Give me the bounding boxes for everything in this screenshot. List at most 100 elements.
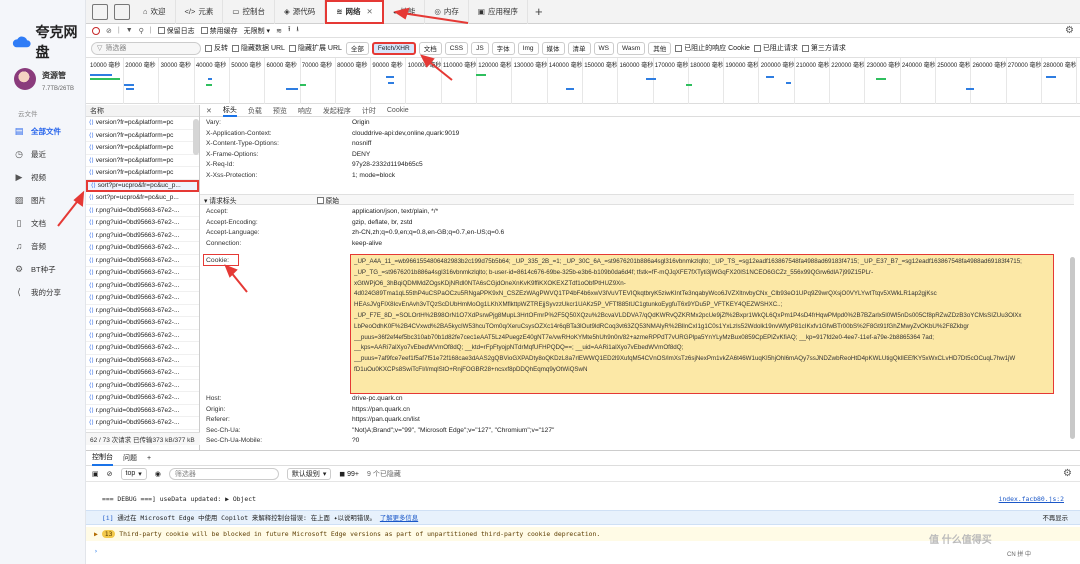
filter-chip-7[interactable]: 媒体 <box>541 41 565 55</box>
request-row[interactable]: ⟨⟩ version?fr=pc&platform=pc <box>86 142 199 155</box>
search-icon[interactable]: ⚲ <box>139 27 144 35</box>
filter-chip-6[interactable]: Img <box>517 41 539 55</box>
sidebar-item-6[interactable]: ⚙ BT种子 <box>14 260 80 278</box>
filter-chip-5[interactable]: 字体 <box>491 41 515 55</box>
hide-ext-urls-checkbox[interactable]: 隐藏扩展 URL <box>288 43 342 53</box>
record-icon[interactable] <box>92 26 100 35</box>
invert-checkbox[interactable]: 反转 <box>205 43 228 53</box>
filter-icon[interactable]: ▼ <box>126 27 133 34</box>
drawer-tab-1[interactable]: 问题 <box>123 453 137 463</box>
sidebar-item-4[interactable]: ▯ 文档 <box>14 214 80 232</box>
gear-icon[interactable]: ⚙ <box>1065 25 1074 36</box>
sidebar-item-1[interactable]: ◷ 最近 <box>14 145 80 163</box>
request-row[interactable]: ⟨⟩r.png?uid=0bd95663-67e2-... <box>86 392 199 405</box>
filter-chip-4[interactable]: JS <box>471 41 489 55</box>
clear-console-icon[interactable]: ⊘ <box>107 470 113 478</box>
sidebar-toggle-icon[interactable]: ▣ <box>92 470 99 478</box>
object-expander[interactable]: ▶ Object <box>225 495 256 503</box>
expand-icon[interactable]: ▶ <box>94 530 98 538</box>
import-icon[interactable]: ⭱ <box>288 25 290 36</box>
filter-chip-9[interactable]: WS <box>593 41 614 55</box>
filter-chip-0[interactable]: 全部 <box>345 41 369 55</box>
disable-cache-checkbox[interactable]: 禁用缓存 <box>200 26 238 36</box>
request-row[interactable]: ⟨⟩r.png?uid=0bd95663-67e2-... <box>86 292 199 305</box>
tab-3[interactable]: ◈ 源代码 <box>275 0 326 24</box>
request-row[interactable]: ⟨⟩ version?fr=pc&platform=pc <box>86 117 199 130</box>
sidebar-item-3[interactable]: ▨ 图片 <box>14 191 80 209</box>
filter-chip-8[interactable]: 清单 <box>567 41 591 55</box>
tab-2[interactable]: ▭ 控制台 <box>223 0 275 24</box>
request-row[interactable]: ⟨⟩ sort?pr=ucpro&fr=pc&uc_p... <box>86 192 199 205</box>
request-row[interactable]: ⟨⟩r.png?uid=0bd95663-67e2-... <box>86 242 199 255</box>
request-row[interactable]: ⟨⟩ sort?pr=ucpro&fr=pc&uc_p... <box>86 179 199 192</box>
issues-badge[interactable]: ◼ 99+ <box>339 470 359 478</box>
tab-1[interactable]: </> 元素 <box>176 0 224 24</box>
close-icon[interactable]: ✕ <box>206 107 212 115</box>
console-prompt[interactable]: › <box>86 545 1080 557</box>
raw-checkbox[interactable]: 原始 <box>316 195 339 205</box>
export-icon[interactable]: ⭳ <box>296 25 298 36</box>
request-headers-section[interactable]: ▾ 请求标头 原始 <box>200 194 1074 205</box>
filter-chip-11[interactable]: 其他 <box>648 41 672 55</box>
add-tab-icon[interactable]: + <box>535 4 543 19</box>
eye-icon[interactable]: ◉ <box>155 470 161 478</box>
network-timeline[interactable]: 10000 毫秒 20000 毫秒 30000 毫秒 40000 毫秒 50000 毫秒… <box>86 58 1080 104</box>
request-row[interactable]: ⟨⟩r.png?uid=0bd95663-67e2-... <box>86 355 199 367</box>
request-row[interactable]: ⟨⟩ version?fr=pc&platform=pc <box>86 167 199 180</box>
detail-scrollbar[interactable] <box>1070 257 1075 439</box>
sidebar-item-0[interactable]: ▤ 全部文件 <box>14 122 80 140</box>
inspect-icon[interactable] <box>92 3 108 20</box>
request-list-scrollbar[interactable] <box>193 119 199 155</box>
detail-tab-1[interactable]: 负载 <box>248 106 262 116</box>
hide-data-urls-checkbox[interactable]: 隐藏数据 URL <box>232 43 285 53</box>
detail-tab-2[interactable]: 预览 <box>273 106 287 116</box>
detail-tab-5[interactable]: 计时 <box>362 106 376 116</box>
detail-tab-4[interactable]: 发起程序 <box>323 106 351 116</box>
third-party-checkbox[interactable]: 第三方请求 <box>801 43 846 53</box>
tab-4[interactable]: ≋ 网络 ✕ <box>325 0 384 24</box>
cookie-header-value[interactable]: _UP_A4A_11_=wb9661554806482983b2c199d75b… <box>350 254 1054 394</box>
filter-chip-3[interactable]: CSS <box>444 41 469 55</box>
console-gear-icon[interactable]: ⚙ <box>1063 468 1072 479</box>
context-select[interactable]: top ▾ <box>120 467 147 480</box>
request-row[interactable]: ⟨⟩r.png?uid=0bd95663-67e2-... <box>86 367 199 380</box>
request-row[interactable]: ⟨⟩r.png?uid=0bd95663-67e2-... <box>86 280 199 292</box>
filter-input[interactable]: ▽ 筛选器 <box>91 41 201 55</box>
detail-tab-6[interactable]: Cookie <box>387 107 409 114</box>
request-row[interactable]: ⟨⟩r.png?uid=0bd95663-67e2-... <box>86 230 199 242</box>
request-row[interactable]: ⟨⟩r.png?uid=0bd95663-67e2-... <box>86 217 199 230</box>
detail-tab-3[interactable]: 响应 <box>298 106 312 116</box>
avatar[interactable] <box>14 68 36 90</box>
tab-7[interactable]: ▣ 应用程序 <box>469 0 529 24</box>
source-link[interactable]: index.facb80.js:2 <box>999 495 1064 503</box>
add-drawer-tab-icon[interactable]: + <box>147 455 151 462</box>
clear-icon[interactable]: ⊘ <box>106 27 112 35</box>
request-row[interactable]: ⟨⟩r.png?uid=0bd95663-67e2-... <box>86 317 199 330</box>
request-row[interactable]: ⟨⟩r.png?uid=0bd95663-67e2-... <box>86 205 199 217</box>
learn-more-link[interactable]: 了解更多信息 <box>380 513 418 522</box>
wifi-settings-icon[interactable]: ≋ <box>276 27 282 35</box>
filter-chip-2[interactable]: 文档 <box>418 41 442 55</box>
sidebar-item-2[interactable]: ▶ 视频 <box>14 168 80 186</box>
preserve-log-checkbox[interactable]: 保留日志 <box>157 26 195 36</box>
levels-select[interactable]: 默认级别 ▾ <box>286 467 332 480</box>
tab-6[interactable]: ◎ 内存 <box>425 0 469 24</box>
sidebar-item-5[interactable]: ♫ 音频 <box>14 237 80 255</box>
tab-0[interactable]: ⌂ 欢迎 <box>134 0 176 24</box>
detail-tab-0[interactable]: 标头 <box>222 105 237 117</box>
request-row[interactable]: ⟨⟩r.png?uid=0bd95663-67e2-... <box>86 417 199 430</box>
filter-chip-1[interactable]: Fetch/XHR <box>371 41 416 55</box>
request-row[interactable]: ⟨⟩r.png?uid=0bd95663-67e2-... <box>86 267 199 280</box>
request-row[interactable]: ⟨⟩r.png?uid=0bd95663-67e2-... <box>86 305 199 317</box>
request-list-header[interactable]: 名称 <box>86 105 199 117</box>
dismiss-link[interactable]: 不再显示 <box>1042 513 1068 522</box>
drawer-tab-0[interactable]: 控制台 <box>92 451 113 466</box>
request-row[interactable]: ⟨⟩r.png?uid=0bd95663-67e2-... <box>86 380 199 392</box>
blocked-cookies-checkbox[interactable]: 已阻止的响应 Cookie <box>675 43 750 53</box>
request-row[interactable]: ⟨⟩ version?fr=pc&platform=pc <box>86 155 199 167</box>
sidebar-item-7[interactable]: ⟨ 我的分享 <box>14 283 80 301</box>
blocked-requests-checkbox[interactable]: 已阻止请求 <box>753 43 798 53</box>
request-row[interactable]: ⟨⟩r.png?uid=0bd95663-67e2-... <box>86 255 199 267</box>
close-icon[interactable]: ✕ <box>367 7 373 16</box>
request-row[interactable]: ⟨⟩r.png?uid=0bd95663-67e2-... <box>86 405 199 417</box>
